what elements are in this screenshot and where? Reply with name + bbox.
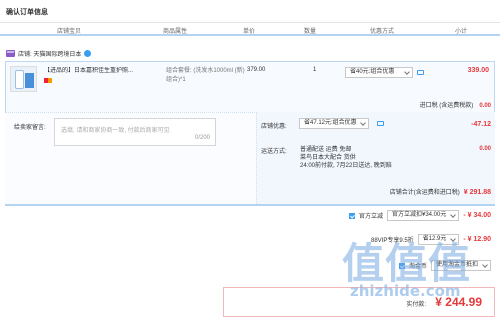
memo-counter: 0/200 <box>194 135 210 141</box>
item-subtotal: 339.00 <box>467 67 489 74</box>
product-spec: 组合套餐: (洗发水1000ml (新) 组合)*1 <box>166 68 245 83</box>
item-promo-select[interactable]: 省40元:组合优惠 <box>345 67 413 78</box>
store-coupon-label: 店铺优惠: <box>261 124 287 130</box>
shipping-info: 普通配送 运费 免邮 菜鸟日本大配合 货供 24:00前付款, 7月22日送达,… <box>300 147 392 169</box>
payment-label: 实付款: <box>406 302 426 308</box>
checkbox[interactable] <box>348 212 355 219</box>
store-total-value: ¥ 291.88 <box>463 189 491 196</box>
import-tax-label: 进口税 (含运费税款) <box>419 103 474 109</box>
col-subtotal: 小计 <box>455 29 468 35</box>
shipping-label: 运送方式: <box>261 149 287 155</box>
unit-price: 379.00 <box>247 67 266 73</box>
col-quantity: 数量 <box>304 29 317 35</box>
discount-row-official: 官方立减 官方立减扣¥34.00元 - ¥ 34.00 <box>348 210 491 221</box>
store-name[interactable]: 店铺: 天猫国际跨境日本 <box>18 49 81 58</box>
import-tax-row: 进口税 (含运费税款) 0.00 <box>420 100 491 109</box>
memo-placeholder: 选填, 请和商家协商一致, 付款后商家可见 <box>61 128 170 134</box>
col-discount: 优惠方式 <box>370 29 395 35</box>
shipping-value: 0.00 <box>479 146 491 152</box>
chevron-down-icon <box>360 120 366 126</box>
import-tax-value: 0.00 <box>479 103 491 109</box>
product-title[interactable]: 【进品的】日本嘉积佳生重护照... <box>44 67 164 75</box>
divider <box>5 204 495 206</box>
store-total-label: 店铺合计(含运费和进口税) <box>389 190 460 196</box>
store-coupon-select[interactable]: 省47.12元:组合优惠 <box>299 118 369 129</box>
col-unit-price: 单价 <box>243 29 256 35</box>
store-total-row: 店铺合计(含运费和进口税) ¥ 291.88 <box>390 187 491 196</box>
tmall-badge-icon <box>44 78 52 83</box>
discount-select[interactable]: 官方立减扣¥34.00元 <box>387 210 460 221</box>
product-thumbnail[interactable] <box>10 66 37 92</box>
message-icon[interactable] <box>377 121 384 126</box>
column-header: 店铺宝贝 商品属性 单价 数量 优惠方式 小计 <box>0 22 500 36</box>
chevron-down-icon <box>450 212 457 218</box>
discount-label: 官方立减 <box>358 214 383 220</box>
store-coupon-value: -47.12 <box>471 121 491 128</box>
memo-label: 给卖家留言: <box>14 125 46 131</box>
watermark-url: zhizhide.com <box>350 282 461 300</box>
chevron-down-icon <box>482 262 488 268</box>
store-row: 店铺: 天猫国际跨境日本 <box>6 48 92 58</box>
col-attributes: 商品属性 <box>163 29 188 35</box>
chat-icon[interactable] <box>84 49 92 57</box>
discount-value: - ¥ 34.00 <box>463 212 491 219</box>
shop-icon <box>6 49 15 57</box>
page-title: 确认订单信息 <box>6 9 48 16</box>
chevron-down-icon <box>404 69 410 75</box>
memo-textarea[interactable]: 选填, 请和商家协商一致, 付款后商家可见 0/200 <box>54 118 216 146</box>
col-item: 店铺宝贝 <box>57 29 82 35</box>
quantity: 1 <box>313 67 317 73</box>
message-icon[interactable] <box>417 70 424 75</box>
